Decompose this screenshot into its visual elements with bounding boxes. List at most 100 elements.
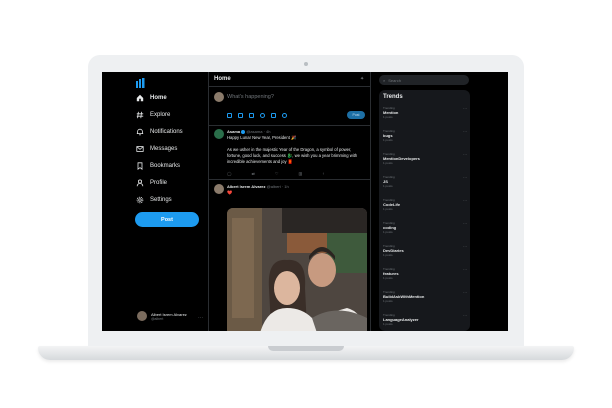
tweet-header: Albert Isrem Alvarez @albert · 1h	[227, 184, 289, 189]
sidebar-item-label: Settings	[150, 197, 172, 203]
page-title: Home	[214, 76, 231, 82]
sidebar-item-bookmarks[interactable]: Bookmarks	[136, 162, 180, 170]
bookmark-icon	[137, 162, 143, 170]
trend-posts: 1 posts	[383, 299, 393, 303]
trend-posts: 1 posts	[383, 276, 393, 280]
schedule-icon[interactable]	[271, 113, 276, 118]
trend-item[interactable]: Trending DevDiaries 1 posts ···	[383, 244, 469, 257]
share-icon[interactable]: ↑	[322, 171, 324, 176]
more-icon[interactable]: ···	[198, 315, 203, 321]
avatar	[214, 92, 224, 102]
bell-icon	[136, 128, 144, 136]
sidebar-item-home[interactable]: Home	[136, 94, 167, 102]
more-icon[interactable]: ···	[463, 175, 467, 180]
reply-icon[interactable]: ◯	[227, 171, 231, 176]
sidebar-item-label: Bookmarks	[150, 163, 181, 169]
location-icon[interactable]	[282, 113, 287, 118]
trend-posts: 1 posts	[383, 322, 393, 326]
trend-item[interactable]: Trending bugs 1 posts ···	[383, 129, 469, 142]
profile-handle: @albert	[151, 316, 164, 321]
sidebar-item-messages[interactable]: Messages	[136, 145, 177, 153]
trend-item[interactable]: Trending coding 1 posts ···	[383, 221, 469, 234]
emoji-icon[interactable]	[260, 113, 265, 118]
trends-title: Trends	[383, 94, 403, 100]
profile-name: Albert Isrem Alvarez	[151, 311, 187, 317]
sidebar: Home Explore Notifications Messages Book…	[102, 72, 209, 331]
tweet[interactable]: Asama @asama · 4h Happy Lunar New Year, …	[209, 125, 370, 180]
mail-icon	[136, 146, 144, 152]
trend-item[interactable]: Trending MentionDevelopers 1 posts ···	[383, 152, 469, 165]
home-icon	[136, 94, 144, 102]
search-icon: ⌕	[383, 77, 386, 83]
right-column: ⌕ Search Trends Trending Mention 1 posts ··…	[371, 72, 508, 331]
sidebar-item-notifications[interactable]: Notifications	[136, 128, 183, 136]
verified-icon	[241, 129, 246, 134]
photo-image	[227, 208, 367, 331]
tweet-author: Albert Isrem Alvarez	[227, 184, 266, 189]
laptop-notch	[268, 346, 344, 351]
sidebar-item-label: Explore	[150, 112, 171, 118]
screen: Home Explore Notifications Messages Book…	[102, 72, 508, 331]
search-placeholder: Search	[388, 77, 401, 83]
tweet-author: Asama	[227, 129, 241, 134]
avatar	[137, 311, 147, 321]
sidebar-item-explore[interactable]: Explore	[136, 111, 170, 119]
tweet[interactable]: Albert Isrem Alvarez @albert · 1h ❤️	[209, 180, 370, 331]
tweet-photo[interactable]	[227, 208, 367, 331]
tweet-text: ❤️	[227, 190, 233, 195]
sidebar-item-label: Notifications	[150, 129, 183, 135]
search-input[interactable]: ⌕ Search	[379, 75, 469, 85]
sidebar-item-label: Home	[150, 95, 167, 101]
sidebar-item-settings[interactable]: Settings	[136, 196, 172, 204]
image-icon[interactable]	[227, 113, 232, 118]
more-icon[interactable]: ···	[463, 313, 467, 318]
more-icon[interactable]: ···	[463, 106, 467, 111]
trend-posts: 1 posts	[383, 253, 393, 257]
list-icon[interactable]	[249, 113, 254, 118]
avatar	[214, 129, 224, 139]
trend-posts: 1 posts	[383, 207, 393, 211]
tweet-handle: @albert · 1h	[266, 184, 289, 189]
trend-posts: 1 posts	[383, 161, 393, 165]
trend-posts: 1 posts	[383, 115, 393, 119]
more-icon[interactable]: ···	[463, 129, 467, 134]
hashtag-icon	[136, 111, 144, 119]
avatar	[214, 184, 224, 194]
trend-item[interactable]: Trending BuildAskWithMention 1 posts ···	[383, 290, 469, 303]
sidebar-item-profile[interactable]: Profile	[136, 179, 167, 187]
gif-icon[interactable]	[238, 113, 243, 118]
post-button[interactable]: Post	[135, 212, 199, 227]
compose-box: What's happening? Post	[209, 86, 370, 126]
app-logo-icon[interactable]	[136, 78, 146, 88]
views-icon[interactable]: ▥	[298, 171, 302, 176]
compose-input[interactable]: What's happening?	[227, 94, 274, 100]
tweet-actions: ◯ ⇄ ♡ ▥ ↑	[227, 171, 324, 176]
gear-icon	[136, 196, 144, 204]
compose-post-button[interactable]: Post	[347, 111, 365, 119]
trend-posts: 1 posts	[383, 230, 393, 234]
more-icon[interactable]: ···	[463, 152, 467, 157]
tweet-handle: @asama · 4h	[246, 129, 271, 134]
sparkle-icon[interactable]: ✦	[360, 76, 364, 82]
main-feed: Home ✦ What's happening? Post Asama @asa…	[209, 72, 371, 331]
more-icon[interactable]: ···	[463, 290, 467, 295]
trend-posts: 1 posts	[383, 184, 393, 188]
trend-posts: 1 posts	[383, 138, 393, 142]
trend-item[interactable]: Trending LanguageAnalyzer 1 posts ···	[383, 313, 469, 326]
like-icon[interactable]: ♡	[275, 171, 279, 176]
camera-icon	[304, 62, 308, 66]
trend-item[interactable]: Trending Mention 1 posts ···	[383, 106, 469, 119]
tweet-text: Happy Lunar New Year, President 🎉 As we …	[227, 135, 358, 165]
more-icon[interactable]: ···	[463, 244, 467, 249]
trend-item[interactable]: Trending features 1 posts ···	[383, 267, 469, 280]
retweet-icon[interactable]: ⇄	[251, 171, 254, 176]
profile-switcher[interactable]: Albert Isrem Alvarez @albert	[137, 311, 187, 321]
more-icon[interactable]: ···	[463, 198, 467, 203]
tweet-header: Asama @asama · 4h	[227, 129, 270, 134]
more-icon[interactable]: ···	[463, 221, 467, 226]
trend-item[interactable]: Trending CodeLife 1 posts ···	[383, 198, 469, 211]
more-icon[interactable]: ···	[463, 267, 467, 272]
user-icon	[136, 179, 144, 187]
trend-item[interactable]: Trending JS 1 posts ···	[383, 175, 469, 188]
compose-tools	[227, 113, 287, 118]
